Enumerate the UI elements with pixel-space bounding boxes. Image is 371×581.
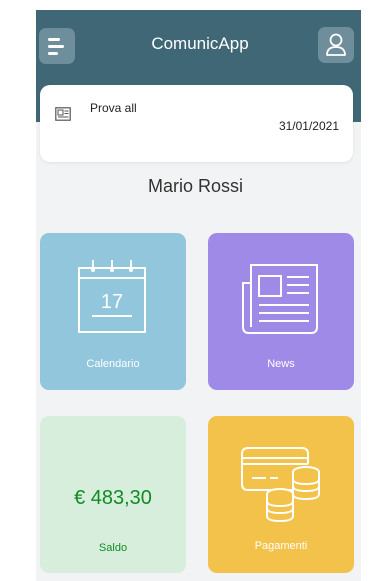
- saldo-tile[interactable]: € 483,30 Saldo: [40, 416, 186, 573]
- news-tile[interactable]: News: [208, 233, 354, 390]
- news-label: News: [267, 358, 295, 370]
- calendar-label: Calendario: [86, 358, 140, 370]
- user-icon: [326, 33, 346, 56]
- notice-title: Prova all: [90, 101, 137, 115]
- payment-card-coins-icon: [241, 447, 320, 523]
- status-bar: [0, 0, 371, 10]
- right-margin: [361, 0, 371, 581]
- newspaper-icon: [55, 107, 71, 121]
- menu-icon: [48, 37, 60, 41]
- profile-button[interactable]: [318, 27, 354, 63]
- saldo-label: Saldo: [98, 542, 128, 554]
- saldo-amount: € 483,30: [74, 487, 152, 509]
- payments-label: Pagamenti: [254, 540, 308, 552]
- newspaper-icon: [242, 264, 318, 334]
- app-title: ComunicApp: [151, 34, 249, 53]
- calendar-tile[interactable]: 17 Calendario: [40, 233, 186, 390]
- calendar-icon: 17: [78, 260, 146, 333]
- menu-icon-line: [48, 51, 58, 55]
- notice-date: 31/01/2021: [278, 119, 339, 133]
- notice-card[interactable]: Prova all 31/01/2021: [40, 85, 353, 162]
- menu-icon-line: [48, 44, 64, 48]
- payments-tile[interactable]: Pagamenti: [208, 416, 354, 573]
- app-screen: ComunicApp Prova all 31/01/2021 Mario Ro…: [0, 0, 371, 581]
- left-margin: [0, 0, 36, 581]
- calendar-day: 17: [101, 291, 123, 313]
- menu-button[interactable]: [39, 28, 75, 64]
- user-name: Mario Rossi: [147, 176, 244, 196]
